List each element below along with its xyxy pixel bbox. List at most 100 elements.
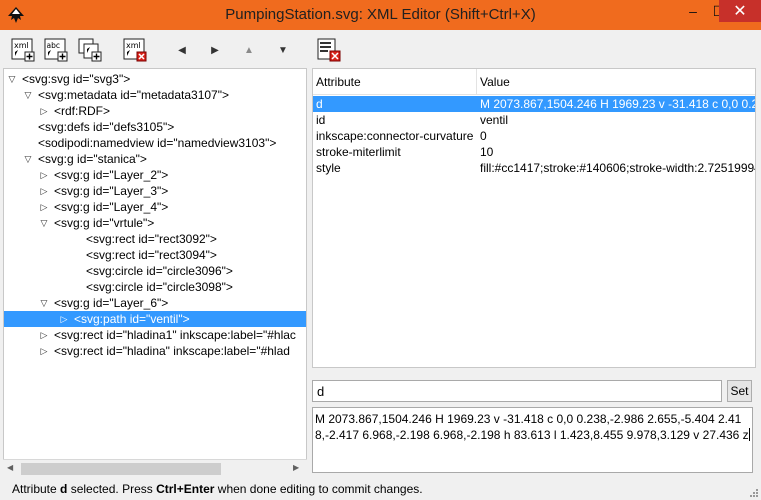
attribute-name: d [316,97,323,111]
attribute-value-textarea[interactable]: M 2073.867,1504.246 H 1969.23 v -31.418 … [312,407,753,473]
attribute-table: Attribute Value d M 2073.867,1504.246 H 1… [312,68,756,368]
attribute-value: M 2073.867,1504.246 H 1969.23 v -31.418 … [480,97,755,111]
new-text-node-button[interactable]: abc [43,37,69,63]
window-title: PumpingStation.svg: XML Editor (Shift+Ct… [225,6,536,23]
expand-node-icon[interactable]: ▷ [58,311,70,327]
delete-attribute-icon [317,38,341,62]
attribute-name-input[interactable] [312,380,722,402]
tree-node-label: <svg:defs id="defs3105"> [38,120,175,134]
attribute-name: stroke-miterlimit [316,145,401,159]
collapse-node-icon[interactable]: ▽ [6,71,18,87]
raise-node-button[interactable]: ▲ [240,41,258,59]
tree-node-label: <svg:rect id="rect3092"> [86,232,217,246]
scroll-right-icon[interactable]: ▶ [293,463,299,472]
tree-horizontal-scrollbar[interactable]: ◀ ▶ [3,459,307,477]
duplicate-node-icon [78,38,102,62]
delete-attribute-button[interactable] [316,37,342,63]
tree-node-row[interactable]: ▽ <svg:g id="vrtule"> [4,215,306,231]
tree-node-row[interactable]: ▷ <svg:path id="ventil"> [4,311,306,327]
expand-node-icon[interactable]: ▷ [38,103,50,119]
attribute-row[interactable]: stroke-miterlimit 10 [313,144,755,160]
collapse-node-icon[interactable]: ▽ [22,87,34,103]
tree-node-row[interactable]: ▷ <svg:g id="Layer_3"> [4,183,306,199]
attribute-value: fill:#cc1417;stroke:#140606;stroke-width… [480,161,755,175]
tree-node-label: <svg:g id="Layer_3"> [54,184,169,198]
tree-node-row[interactable]: ▽ <svg:svg id="svg3"> [4,71,306,87]
attribute-name: inkscape:connector-curvature [316,129,474,143]
unindent-node-button[interactable]: ◀ [173,41,191,59]
status-shortcut: Ctrl+Enter [156,482,215,496]
tree-node-label: <svg:metadata id="metadata3107"> [38,88,229,102]
collapse-node-icon[interactable]: ▽ [38,295,50,311]
indent-node-button[interactable]: ▶ [206,41,224,59]
expand-node-icon[interactable]: ▷ [38,199,50,215]
attribute-row[interactable]: d M 2073.867,1504.246 H 1969.23 v -31.418… [313,96,755,112]
delete-node-button[interactable]: xml [122,37,148,63]
attribute-toolbar [312,30,761,68]
attribute-name: style [316,161,341,175]
set-button[interactable]: Set [727,380,752,402]
tree-node-label: <svg:g id="vrtule"> [54,216,155,230]
scrollbar-thumb[interactable] [21,463,221,475]
tree-node-row[interactable]: ▷ <rdf:RDF> [4,103,306,119]
tree-node-label: <svg:circle id="circle3096"> [86,264,233,278]
attribute-value: 10 [480,145,494,159]
attribute-row[interactable]: inkscape:connector-curvature 0 [313,128,755,144]
column-header-attribute[interactable]: Attribute [316,75,361,89]
duplicate-node-button[interactable] [77,37,103,63]
lower-node-button[interactable]: ▼ [274,41,292,59]
node-toolbar: xml abc xml ◀ ▶ ▲ ▼ [2,30,307,68]
tree-node-row[interactable]: <svg:rect id="rect3094"> [4,247,306,263]
status-prefix: Attribute [12,482,61,496]
close-icon[interactable]: ✕ [719,0,761,22]
new-element-node-button[interactable]: xml [10,37,36,63]
text-caret [748,428,750,441]
collapse-node-icon[interactable]: ▽ [38,215,50,231]
status-message: Attribute d selected. Press Ctrl+Enter w… [12,482,423,496]
delete-node-label: xml [126,41,141,50]
tree-node-row[interactable]: ▷ <svg:rect id="hladina1" inkscape:label=… [4,327,306,343]
tree-node-row[interactable]: <svg:circle id="circle3096"> [4,263,306,279]
scroll-left-icon[interactable]: ◀ [7,463,13,472]
tree-node-row[interactable]: ▽ <svg:g id="stanica"> [4,151,306,167]
tree-node-label: <svg:g id="stanica"> [38,152,147,166]
column-header-value[interactable]: Value [480,75,510,89]
attribute-row[interactable]: id ventil [313,112,755,128]
tree-node-row[interactable]: ▷ <svg:g id="Layer_4"> [4,199,306,215]
xml-node-tree[interactable]: ▽ <svg:svg id="svg3"> ▽ <svg:metadata id="m… [3,68,307,477]
status-bar: Attribute d selected. Press Ctrl+Enter w… [0,478,761,500]
expand-node-icon[interactable]: ▷ [38,183,50,199]
new-element-node-icon: xml [11,38,35,62]
attribute-value: 0 [480,129,487,143]
tree-node-row[interactable]: ▷ <svg:g id="Layer_2"> [4,167,306,183]
tree-node-label: <svg:g id="Layer_6"> [54,296,169,310]
new-element-node-label: xml [14,41,29,50]
tree-node-row[interactable]: ▽ <svg:metadata id="metadata3107"> [4,87,306,103]
expand-node-icon[interactable]: ▷ [38,343,50,359]
status-suffix: when done editing to commit changes. [214,482,423,496]
attribute-value-text: M 2073.867,1504.246 H 1969.23 v -31.418 … [315,412,749,442]
tree-node-row[interactable]: <svg:circle id="circle3098"> [4,279,306,295]
expand-node-icon[interactable]: ▷ [38,327,50,343]
resize-grip-icon[interactable] [749,488,759,498]
status-middle: selected. Press [67,482,157,496]
attribute-name: id [316,113,326,127]
title-bar: PumpingStation.svg: XML Editor (Shift+Ct… [0,0,761,30]
tree-node-label: <rdf:RDF> [54,104,111,118]
collapse-node-icon[interactable]: ▽ [22,151,34,167]
tree-node-row[interactable]: <svg:defs id="defs3105"> [4,119,306,135]
new-text-node-label: abc [47,41,60,50]
tree-node-row[interactable]: ▷ <svg:rect id="hladina" inkscape:label="… [4,343,306,359]
tree-node-row[interactable]: <sodipodi:namedview id="namedview3103"> [4,135,306,151]
tree-node-row[interactable]: ▽ <svg:g id="Layer_6"> [4,295,306,311]
column-divider[interactable] [476,69,477,95]
tree-node-label: <svg:path id="ventil"> [74,312,190,326]
tree-node-label: <svg:svg id="svg3"> [22,72,131,86]
tree-node-label: <svg:rect id="rect3094"> [86,248,217,262]
expand-node-icon[interactable]: ▷ [38,167,50,183]
tree-node-label: <svg:g id="Layer_2"> [54,168,169,182]
tree-node-label: <svg:rect id="hladina" inkscape:label="#… [54,344,290,358]
attribute-row[interactable]: style fill:#cc1417;stroke:#140606;stroke-… [313,160,755,176]
tree-node-label: <svg:rect id="hladina1" inkscape:label="… [54,328,296,342]
tree-node-row[interactable]: <svg:rect id="rect3092"> [4,231,306,247]
